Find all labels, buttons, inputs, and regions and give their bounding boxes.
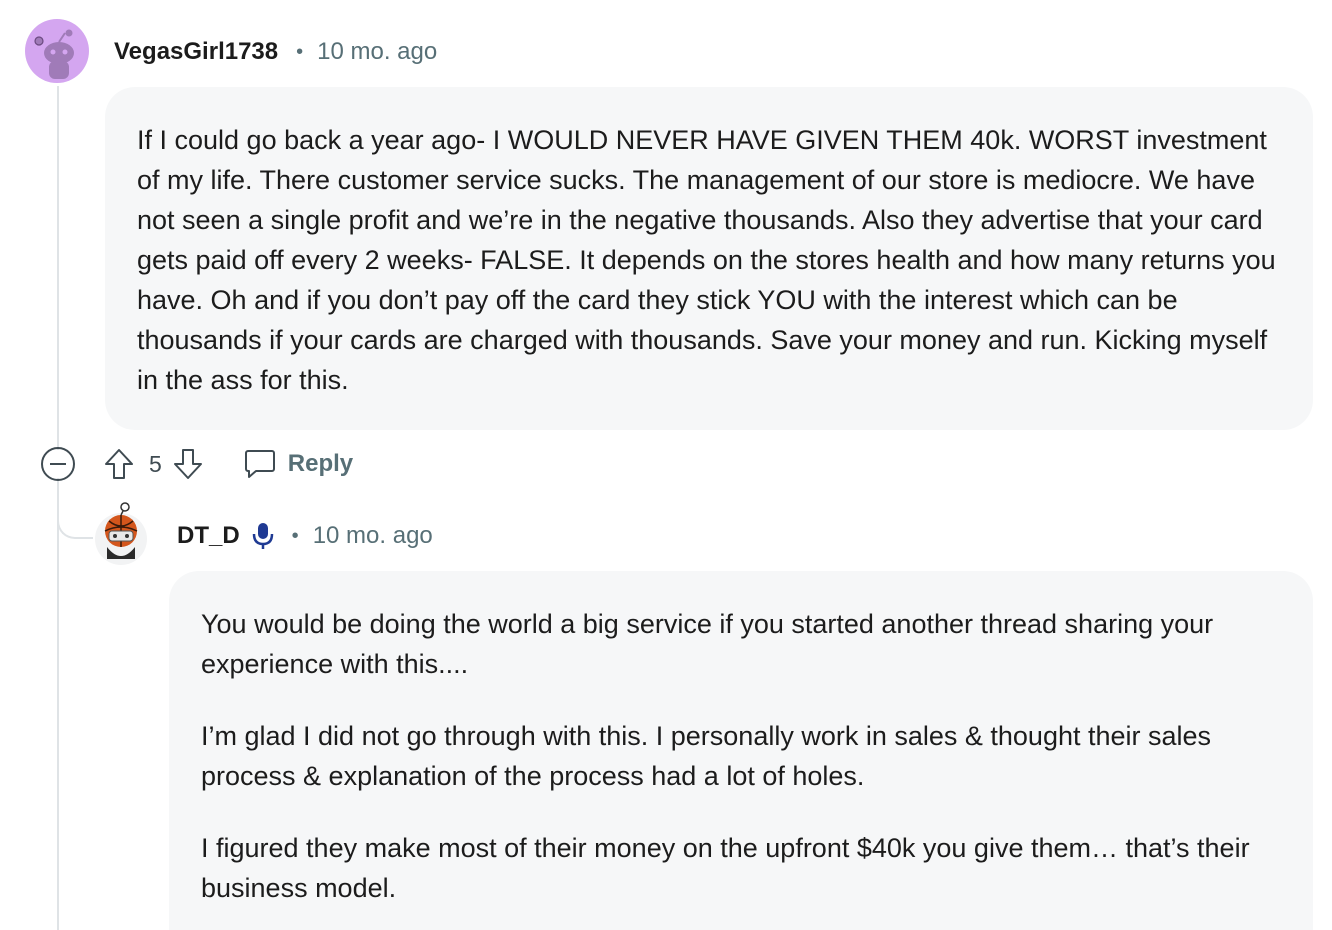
comment-paragraph: If I could go back a year ago- I WOULD N… [137, 125, 1276, 395]
comment-meta: VegasGirl1738 • 10 mo. ago [114, 34, 437, 70]
comment-bubble-icon [244, 450, 275, 478]
thread-line[interactable] [57, 478, 59, 930]
comment-meta: DT_D • 10 mo. ago [177, 518, 433, 554]
comment-paragraph: I’m glad I did not go through with this.… [201, 721, 1212, 791]
upvote-arrow-icon [105, 449, 133, 479]
avatar[interactable] [91, 501, 151, 565]
snoo-avatar-basketball-icon [95, 502, 147, 565]
snoo-avatar-purple-icon [25, 19, 89, 83]
microphone-icon [252, 522, 274, 550]
downvote-arrow-icon [173, 449, 202, 479]
timestamp[interactable]: 10 mo. ago [317, 38, 437, 66]
comment-thread: VegasGirl1738 • 10 mo. ago If I could go… [0, 0, 1332, 930]
username[interactable]: DT_D [177, 522, 240, 550]
comment-body: If I could go back a year ago- I WOULD N… [105, 87, 1313, 430]
upvote-button[interactable] [103, 447, 135, 481]
comment-paragraph: I figured they make most of their money … [201, 833, 1250, 903]
reply-label: Reply [287, 450, 354, 477]
reply-button[interactable]: Reply [244, 449, 353, 479]
thread-line[interactable] [57, 86, 59, 450]
timestamp[interactable]: 10 mo. ago [313, 522, 433, 550]
username[interactable]: VegasGirl1738 [114, 38, 278, 66]
comment-body: You would be doing the world a big servi… [169, 571, 1313, 930]
downvote-button[interactable] [172, 447, 204, 481]
separator-dot: • [291, 524, 299, 547]
comment-paragraph: You would be doing the world a big servi… [201, 609, 1214, 679]
comment-actions: 5 Reply [41, 442, 353, 486]
reply-connector [57, 505, 93, 539]
vote-score: 5 [149, 450, 162, 477]
separator-dot: • [296, 40, 304, 63]
collapse-thread-button[interactable] [41, 447, 75, 481]
minus-icon [50, 463, 66, 465]
avatar[interactable] [25, 19, 89, 83]
